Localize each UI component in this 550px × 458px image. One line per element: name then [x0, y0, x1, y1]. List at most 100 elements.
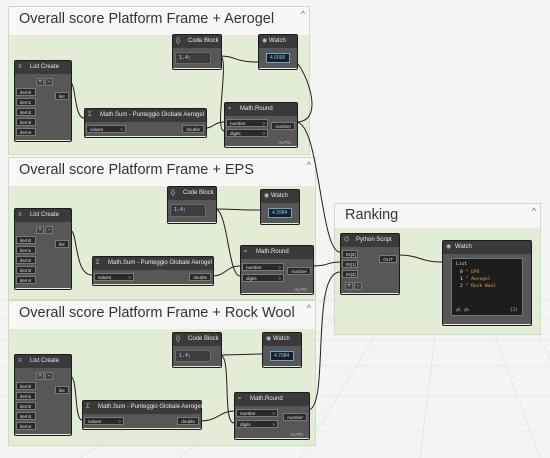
input-port-number[interactable]: number >: [236, 409, 278, 417]
node-body: List 0 " EPS 1 " Aerogel 2 " Rock Wool @…: [443, 254, 531, 324]
node-title: Math.Round: [256, 249, 289, 255]
input-port-item3[interactable]: item3: [16, 118, 36, 126]
output-port-double[interactable]: double: [182, 125, 204, 133]
input-port-number[interactable]: number >: [242, 263, 284, 271]
port-label: values: [90, 127, 104, 132]
input-port-in2[interactable]: IN[2]: [342, 270, 358, 278]
code-icon: {}: [176, 38, 181, 44]
watch-node[interactable]: ◉ Watch 4.0000: [258, 34, 298, 70]
input-port-item2[interactable]: item2: [16, 256, 36, 264]
math-sum-node[interactable]: Σ Math.Sum - Punteggio Globale Aerogel va…: [82, 400, 202, 430]
input-port-item1[interactable]: item1: [16, 98, 36, 106]
output-port-double[interactable]: double: [189, 273, 211, 281]
input-port-item2[interactable]: item2: [16, 108, 36, 116]
remove-input-button[interactable]: -: [354, 282, 362, 290]
math-round-node[interactable]: ≈ Math.Round number > digits > number AUTO: [234, 392, 310, 440]
code-block-node[interactable]: {} Code Block 1.4;: [172, 34, 222, 70]
output-port-out[interactable]: OUT: [379, 255, 397, 263]
watch-value: 4.3984: [268, 208, 292, 218]
lacing-label: AUTO: [278, 140, 291, 145]
watch-output-tree[interactable]: List 0 " EPS 1 " Aerogel 2 " Rock Wool @…: [451, 258, 523, 316]
result-watch-node[interactable]: ◉ Watch List 0 " EPS 1 " Aerogel 2 " Rock…: [442, 240, 532, 326]
code-block-node[interactable]: {} Code Block 1.4;: [167, 186, 217, 224]
node-header: ≈ Math.Round: [241, 246, 313, 259]
code-icon: {}: [176, 336, 181, 342]
output-port-number[interactable]: number: [287, 267, 311, 275]
math-round-node[interactable]: ≈ Math.Round number > digits > number AUTO: [240, 245, 314, 295]
math-sum-node[interactable]: Σ Math.Sum - Punteggio Globale Aerogel va…: [84, 108, 207, 138]
node-header: ⌬ Python Script: [341, 234, 399, 247]
output-port-double[interactable]: double: [177, 417, 199, 425]
port-arrow: >: [272, 411, 275, 416]
add-input-button[interactable]: +: [345, 282, 353, 290]
input-port-digits[interactable]: digits >: [236, 420, 278, 428]
python-icon: ⌬: [344, 237, 350, 243]
tree-row: 0 " EPS: [460, 270, 479, 275]
input-port-item1[interactable]: item1: [16, 246, 36, 254]
collapse-icon[interactable]: ^: [307, 160, 311, 170]
node-title: Math.Round: [240, 106, 273, 112]
input-port-item4[interactable]: item4: [16, 276, 36, 284]
node-header: {} Code Block: [173, 35, 221, 48]
port-label: digits: [240, 422, 251, 427]
code-editor[interactable]: 1.4;: [170, 204, 206, 217]
input-port-values[interactable]: values >: [94, 273, 134, 281]
input-port-number[interactable]: number >: [226, 119, 268, 127]
output-port-number[interactable]: number: [271, 122, 295, 130]
input-port-digits[interactable]: digits >: [242, 274, 284, 282]
list-create-node[interactable]: ≡ List Create + - list item0 item1 item2 …: [14, 60, 72, 142]
node-body: 4.3984: [261, 203, 299, 223]
math-round-node[interactable]: ≈ Math.Round number > digits > number AUTO: [224, 102, 298, 148]
add-input-button[interactable]: +: [36, 226, 44, 234]
eye-icon: ◉: [446, 244, 452, 250]
add-input-button[interactable]: +: [36, 78, 44, 86]
node-body: 1.4;: [173, 346, 221, 366]
input-port-item4[interactable]: item4: [16, 128, 36, 136]
node-title: Math.Round: [250, 396, 283, 402]
input-port-item2[interactable]: item2: [16, 402, 36, 410]
node-body: + - list item0 item1 item2 item3 item4: [15, 368, 71, 434]
node-header: Σ Math.Sum - Punteggio Globale Aerogel: [85, 109, 206, 122]
input-port-in0[interactable]: IN[0]: [342, 250, 358, 258]
input-port-item0[interactable]: item0: [16, 382, 36, 390]
sum-icon: Σ: [96, 260, 100, 266]
collapse-icon[interactable]: ^: [532, 206, 536, 216]
watch-node[interactable]: ◉ Watch 4.3984: [260, 189, 300, 225]
list-create-node[interactable]: ≡ List Create + - list item0 item1 item2 …: [14, 208, 72, 290]
code-editor[interactable]: 1.4;: [175, 52, 211, 64]
output-port-number[interactable]: number: [283, 413, 307, 421]
collapse-icon[interactable]: ^: [307, 303, 311, 313]
code-block-node[interactable]: {} Code Block 1.4;: [172, 332, 222, 368]
input-port-in1[interactable]: IN[1]: [342, 260, 358, 268]
remove-input-button[interactable]: -: [45, 78, 53, 86]
input-port-item1[interactable]: item1: [16, 392, 36, 400]
list-create-node[interactable]: ≡ List Create + - list item0 item1 item2 …: [14, 354, 72, 436]
tree-row: 1 " Aerogel: [460, 277, 490, 282]
code-editor[interactable]: 1.4;: [175, 350, 211, 362]
output-port-list[interactable]: list: [55, 92, 69, 100]
output-port-list[interactable]: list: [55, 386, 69, 394]
input-port-item0[interactable]: item0: [16, 88, 36, 96]
output-port-list[interactable]: list: [55, 240, 69, 248]
input-port-item3[interactable]: item3: [16, 266, 36, 274]
group-title: Overall score Platform Frame + EPS ^: [9, 158, 315, 186]
input-port-item3[interactable]: item3: [16, 412, 36, 420]
input-port-values[interactable]: values >: [86, 125, 126, 133]
watch-node[interactable]: ◉ Watch 4.7084: [262, 332, 302, 368]
remove-input-button[interactable]: -: [45, 226, 53, 234]
math-sum-node[interactable]: Σ Math.Sum - Punteggio Globale Aerogel va…: [92, 256, 214, 286]
port-label: number: [230, 121, 246, 126]
input-port-item0[interactable]: item0: [16, 236, 36, 244]
input-port-values[interactable]: values >: [84, 417, 124, 425]
add-input-button[interactable]: +: [36, 372, 44, 380]
input-port-item4[interactable]: item4: [16, 422, 36, 430]
input-port-digits[interactable]: digits >: [226, 129, 268, 137]
node-header: ◉ Watch: [261, 190, 299, 203]
collapse-icon[interactable]: ^: [301, 9, 305, 19]
python-script-node[interactable]: ⌬ Python Script IN[0] IN[1] IN[2] + - OUT: [340, 233, 400, 295]
remove-input-button[interactable]: -: [45, 372, 53, 380]
node-body: number > digits > number AUTO: [235, 406, 309, 438]
port-arrow: >: [120, 127, 123, 132]
round-icon: ≈: [244, 249, 248, 255]
node-title: Watch: [271, 193, 288, 199]
